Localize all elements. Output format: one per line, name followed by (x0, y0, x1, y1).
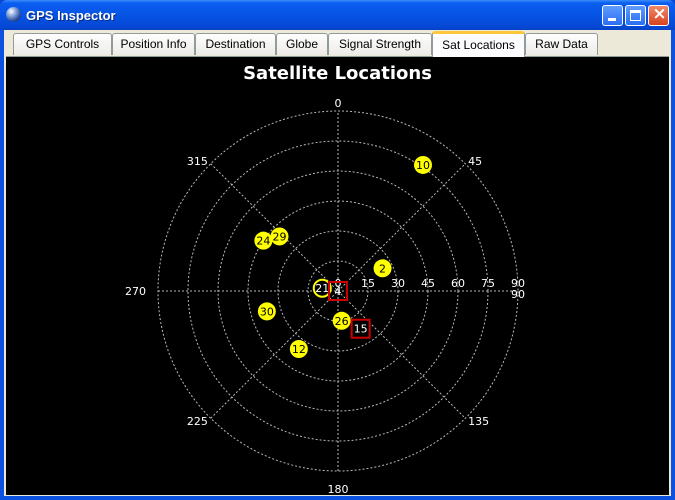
close-button[interactable]: × (648, 4, 669, 26)
tab-gps-controls[interactable]: GPS Controls (13, 33, 112, 55)
sky-plot: 0451351802252703150 15 30 45 60 75 90901029242… (125, 97, 525, 495)
tab-raw-data[interactable]: Raw Data (525, 33, 598, 55)
tab-globe[interactable]: Globe (276, 33, 328, 55)
title-bar[interactable]: GPS Inspector × (0, 0, 675, 30)
azimuth-label-225: 225 (187, 415, 208, 428)
elevation-tick-30: 30 (391, 277, 405, 290)
sat-locations-panel: Satellite Locations 0 45 135 180 225 270 315 0 1… (6, 56, 669, 495)
elevation-end-label: 90 (511, 288, 525, 301)
satellite-label-4: 4 (335, 285, 342, 298)
azimuth-label-315: 315 (187, 155, 208, 168)
satellite-label-12: 12 (292, 343, 306, 356)
client-area: GPS Controls Position Info Destination G… (4, 30, 671, 496)
minimize-icon (608, 18, 616, 21)
app-window: GPS Inspector × GPS Controls Position In… (0, 0, 675, 500)
tab-bar: GPS Controls Position Info Destination G… (4, 30, 671, 58)
azimuth-label-135: 135 (468, 415, 489, 428)
satellite-label-30: 30 (260, 305, 274, 318)
minimize-button[interactable] (602, 5, 623, 26)
azimuth-label-180: 180 (328, 483, 349, 495)
tab-sat-locations[interactable]: Sat Locations (432, 31, 525, 57)
satellite-label-15: 15 (354, 323, 368, 336)
elevation-tick-75: 75 (481, 277, 495, 290)
elevation-tick-15: 15 (361, 277, 375, 290)
close-icon: × (652, 4, 667, 24)
satellite-label-21: 21 (315, 282, 329, 295)
tab-destination[interactable]: Destination (195, 33, 276, 55)
satellite-label-29: 29 (272, 230, 286, 243)
azimuth-label-45: 45 (468, 155, 482, 168)
elevation-tick-60: 60 (451, 277, 465, 290)
satellite-label-2: 2 (379, 262, 386, 275)
globe-app-icon (6, 7, 21, 22)
window-title: GPS Inspector (26, 8, 116, 23)
tab-signal-strength[interactable]: Signal Strength (328, 33, 432, 55)
azimuth-label-0: 0 (335, 97, 342, 110)
tab-position-info[interactable]: Position Info (112, 33, 195, 55)
elevation-tick-45: 45 (421, 277, 435, 290)
maximize-button[interactable] (625, 5, 646, 26)
azimuth-label-270: 270 (125, 285, 146, 298)
maximize-icon (630, 10, 641, 21)
satellite-label-26: 26 (335, 315, 349, 328)
satellite-label-24: 24 (256, 235, 270, 248)
satellite-label-10: 10 (416, 159, 430, 172)
